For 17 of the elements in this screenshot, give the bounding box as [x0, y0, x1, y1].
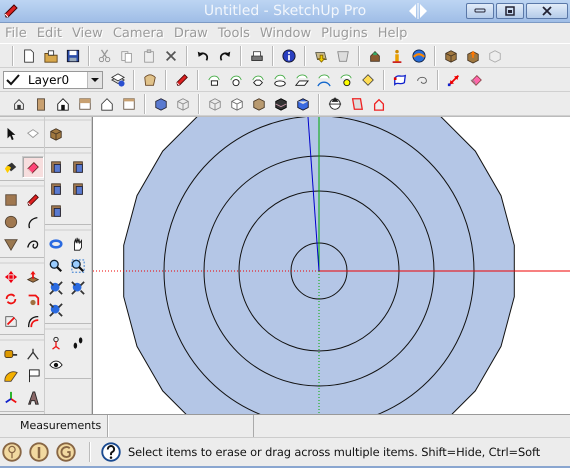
help-icon[interactable]: [101, 442, 121, 462]
minimize-button[interactable]: [466, 3, 494, 19]
status-hint: Select items to erase or drag across multiple items. Shift=Hide, Ctrl=Soft: [128, 445, 540, 459]
close-icon: [542, 6, 552, 16]
dropdown-caret-icon: [91, 78, 99, 82]
layer-name: Layer0: [27, 72, 70, 86]
minimize-icon: [474, 8, 486, 14]
checkmark-icon: [6, 74, 20, 86]
measurements-label: Measurements: [4, 415, 108, 437]
geo-location-icon[interactable]: [2, 442, 22, 462]
left-right-arrows-icon: [408, 3, 428, 19]
window-title: Untitled - SketchUp Pro: [204, 3, 366, 19]
close-button[interactable]: [526, 3, 568, 19]
layer-dropdown[interactable]: Layer0: [3, 70, 103, 88]
restore-button[interactable]: [496, 3, 524, 19]
eraser-icon[interactable]: [22, 156, 44, 178]
restore-icon: [505, 6, 515, 16]
